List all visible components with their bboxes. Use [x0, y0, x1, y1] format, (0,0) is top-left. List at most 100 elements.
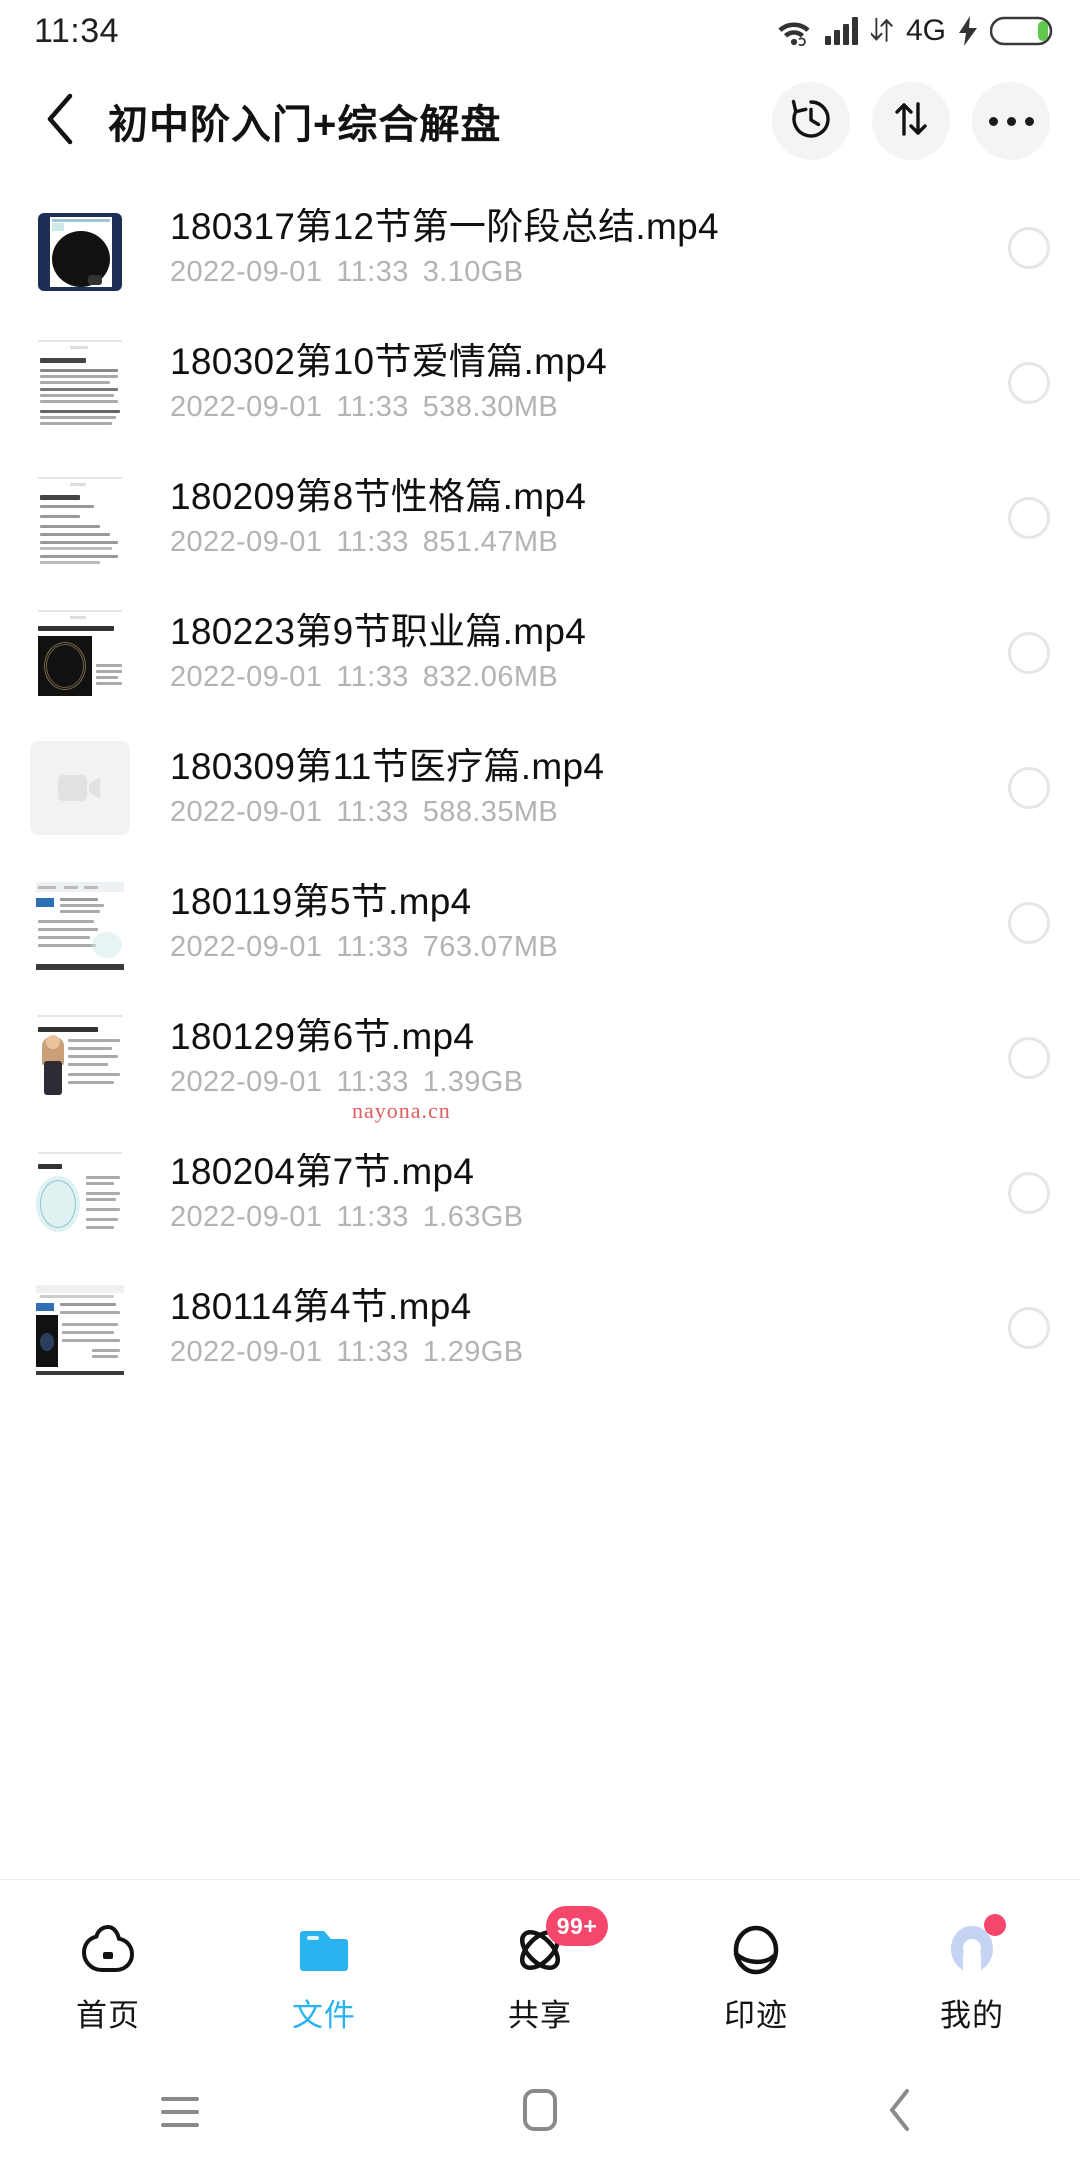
- chevron-left-icon: [887, 2088, 913, 2137]
- hamburger-icon: [161, 2097, 199, 2127]
- history-clock-icon: [788, 96, 834, 147]
- file-name: 180302第10节爱情篇.mp4: [170, 342, 607, 382]
- select-checkbox[interactable]: [1008, 901, 1050, 944]
- file-meta: 180309第11节医疗篇.mp4 2022-09-01 11:33 588.35M…: [170, 748, 992, 827]
- file-info: 2022-09-01 11:33 3.10GB: [170, 255, 524, 288]
- android-nav-bar: [0, 2065, 1080, 2160]
- chevron-left-icon: [44, 93, 78, 150]
- file-thumbnail: [26, 1009, 134, 1107]
- file-list[interactable]: 180317第12节第一阶段总结.mp4 2022-09-01 11:33 3.10…: [0, 180, 1080, 1879]
- status-icon-group: 4G: [775, 14, 1054, 48]
- sort-arrows-icon: [889, 97, 933, 146]
- file-name: 180119第5节.mp4: [170, 882, 472, 922]
- tab-label: 印迹: [724, 1998, 788, 2033]
- table-row[interactable]: 180309第11节医疗篇.mp4 2022-09-01 11:33 588.35M…: [0, 720, 1080, 855]
- video-placeholder-icon: [30, 740, 130, 835]
- file-meta: 180129第6节.mp4 2022-09-01 11:33 1.39GB: [170, 1018, 992, 1097]
- file-thumbnail: [26, 1144, 134, 1242]
- table-row[interactable]: 180209第8节性格篇.mp4 2022-09-01 11:33 851.47MB: [0, 450, 1080, 585]
- back-key[interactable]: [720, 2079, 1080, 2145]
- folder-icon: [288, 1914, 360, 1986]
- wifi-icon: [775, 15, 813, 47]
- tab-traces[interactable]: 印迹: [648, 1880, 864, 2065]
- file-name: 180223第9节职业篇.mp4: [170, 612, 587, 652]
- select-checkbox[interactable]: [1008, 226, 1050, 269]
- select-checkbox[interactable]: [1008, 631, 1050, 674]
- select-checkbox[interactable]: [1008, 1036, 1050, 1079]
- file-thumbnail: [26, 739, 134, 837]
- file-info: 2022-09-01 11:33 1.39GB: [170, 1065, 524, 1098]
- file-info: 2022-09-01 11:33 851.47MB: [170, 525, 559, 558]
- select-checkbox[interactable]: [1008, 1306, 1050, 1349]
- home-key[interactable]: [360, 2079, 720, 2145]
- select-checkbox[interactable]: [1008, 361, 1050, 404]
- file-meta: 180119第5节.mp4 2022-09-01 11:33 763.07MB: [170, 883, 992, 962]
- file-info: 2022-09-01 11:33 832.06MB: [170, 660, 559, 693]
- data-transfer-icon: [870, 16, 897, 46]
- table-row[interactable]: 180114第4节.mp4 2022-09-01 11:33 1.29GB: [0, 1260, 1080, 1395]
- table-row[interactable]: 180223第9节职业篇.mp4 2022-09-01 11:33 832.06MB: [0, 585, 1080, 720]
- history-button[interactable]: [772, 82, 850, 160]
- file-meta: 180209第8节性格篇.mp4 2022-09-01 11:33 851.47MB: [170, 478, 992, 557]
- file-name: 180309第11节医疗篇.mp4: [170, 747, 605, 787]
- tab-profile[interactable]: 我的: [864, 1880, 1080, 2065]
- profile-dot-badge: [984, 1914, 1006, 1936]
- file-name: 180204第7节.mp4: [170, 1152, 475, 1192]
- table-row[interactable]: 180119第5节.mp4 2022-09-01 11:33 763.07MB: [0, 855, 1080, 990]
- file-info: 2022-09-01 11:33 1.63GB: [170, 1200, 524, 1233]
- sort-button[interactable]: [872, 82, 950, 160]
- file-info: 2022-09-01 11:33 763.07MB: [170, 930, 559, 963]
- app-bar: 初中阶入门+综合解盘: [0, 62, 1080, 180]
- network-type-label: 4G: [905, 14, 946, 47]
- table-row[interactable]: 180129第6节.mp4 2022-09-01 11:33 1.39GB: [0, 990, 1080, 1125]
- table-row[interactable]: 180317第12节第一阶段总结.mp4 2022-09-01 11:33 3.10…: [0, 180, 1080, 315]
- file-thumbnail: [26, 604, 134, 702]
- file-meta: 180223第9节职业篇.mp4 2022-09-01 11:33 832.06MB: [170, 613, 992, 692]
- app-bar-actions: [772, 82, 1050, 160]
- select-checkbox[interactable]: [1008, 766, 1050, 809]
- bottom-tab-bar: 首页 文件 99+ 共享 印迹 我的: [0, 1879, 1080, 2065]
- table-row[interactable]: 180204第7节.mp4 2022-09-01 11:33 1.63GB: [0, 1125, 1080, 1260]
- status-clock: 11:34: [34, 11, 120, 50]
- cloud-icon: [72, 1914, 144, 1986]
- page-title: 初中阶入门+综合解盘: [108, 103, 502, 147]
- file-thumbnail: [26, 469, 134, 567]
- table-row[interactable]: 180302第10节爱情篇.mp4 2022-09-01 11:33 538.30M…: [0, 315, 1080, 450]
- tab-label: 首页: [76, 1998, 140, 2033]
- profile-icon: [936, 1914, 1008, 1986]
- share-badge: 99+: [546, 1906, 608, 1946]
- file-meta: 180302第10节爱情篇.mp4 2022-09-01 11:33 538.30M…: [170, 343, 992, 422]
- file-name: 180209第8节性格篇.mp4: [170, 477, 587, 517]
- tab-label: 我的: [940, 1998, 1004, 2033]
- status-bar: 11:34 4G: [0, 0, 1080, 62]
- select-checkbox[interactable]: [1008, 1171, 1050, 1214]
- share-atom-icon: 99+: [504, 1906, 608, 1986]
- file-meta: 180317第12节第一阶段总结.mp4 2022-09-01 11:33 3.10…: [170, 208, 992, 287]
- file-info: 2022-09-01 11:33 538.30MB: [170, 390, 559, 423]
- tab-share[interactable]: 99+ 共享: [432, 1880, 648, 2065]
- file-meta: 180204第7节.mp4 2022-09-01 11:33 1.63GB: [170, 1153, 992, 1232]
- file-thumbnail: [26, 874, 134, 972]
- tab-label: 文件: [292, 1998, 356, 2033]
- signal-icon: [824, 16, 860, 46]
- recents-key[interactable]: [0, 2079, 360, 2145]
- file-thumbnail: [26, 199, 134, 297]
- planet-icon: [720, 1914, 792, 1986]
- file-name: 180129第6节.mp4: [170, 1017, 475, 1057]
- file-name: 180317第12节第一阶段总结.mp4: [170, 207, 719, 247]
- file-meta: 180114第4节.mp4 2022-09-01 11:33 1.29GB: [170, 1288, 992, 1367]
- select-checkbox[interactable]: [1008, 496, 1050, 539]
- rounded-square-icon: [522, 2088, 558, 2137]
- tab-home[interactable]: 首页: [0, 1880, 216, 2065]
- tab-files[interactable]: 文件: [216, 1880, 432, 2065]
- file-thumbnail: [26, 1279, 134, 1377]
- file-info: 2022-09-01 11:33 588.35MB: [170, 795, 559, 828]
- file-info: 2022-09-01 11:33 1.29GB: [170, 1335, 524, 1368]
- more-button[interactable]: [972, 82, 1050, 160]
- charging-icon: [957, 15, 979, 47]
- file-name: 180114第4节.mp4: [170, 1287, 472, 1327]
- file-thumbnail: [26, 334, 134, 432]
- back-button[interactable]: [34, 93, 88, 150]
- battery-icon: [990, 15, 1054, 47]
- more-dots-icon: [988, 116, 1034, 126]
